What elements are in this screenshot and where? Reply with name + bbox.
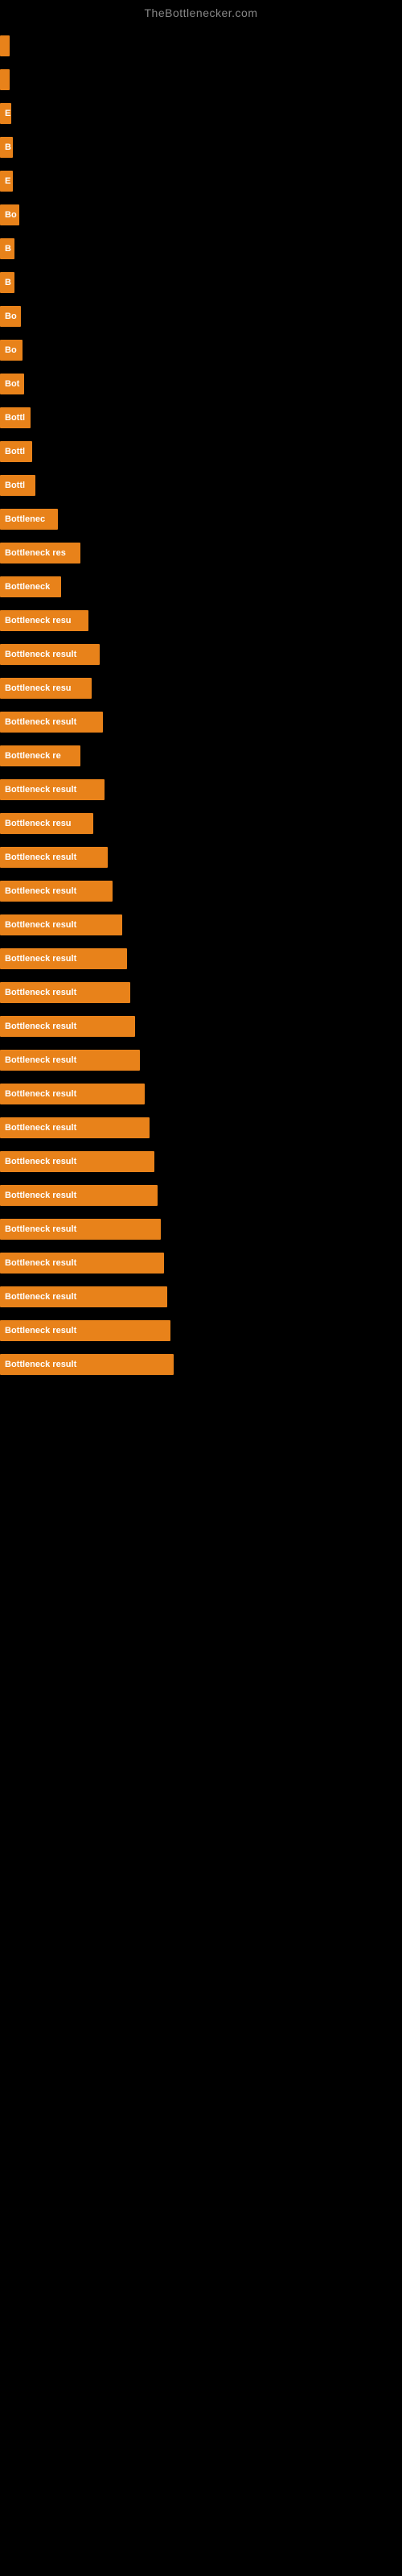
bar-item: Bottleneck result [0, 881, 113, 902]
bar-row: Bottleneck result [0, 977, 402, 1008]
bar-item: Bottleneck result [0, 1219, 161, 1240]
bar-item: Bottleneck result [0, 1253, 164, 1274]
bar-item: Bottleneck result [0, 1185, 158, 1206]
bar-row: Bottleneck result [0, 1214, 402, 1245]
bar-row [0, 31, 402, 61]
bar-item: Bottleneck [0, 576, 61, 597]
bar-item: B [0, 137, 13, 158]
site-title: TheBottlenecker.com [0, 0, 402, 23]
bar-item: Bottleneck resu [0, 610, 88, 631]
bar-item [0, 35, 10, 56]
bar-row: Bottleneck result [0, 1180, 402, 1211]
bar-row: B [0, 132, 402, 163]
bar-row: Bottleneck result [0, 1282, 402, 1312]
bar-item: Bottl [0, 441, 32, 462]
bar-item [0, 69, 10, 90]
bar-item: E [0, 103, 11, 124]
bar-row: Bottleneck result [0, 943, 402, 974]
bar-item: B [0, 272, 14, 293]
bar-item: Bottleneck result [0, 914, 122, 935]
bar-item: Bottleneck result [0, 779, 105, 800]
bar-item: Bottl [0, 475, 35, 496]
bar-row: Bottleneck result [0, 1079, 402, 1109]
bar-row: Bo [0, 335, 402, 365]
bar-item: Bo [0, 306, 21, 327]
bar-row: Bottleneck result [0, 1045, 402, 1075]
bar-item: Bottleneck result [0, 1320, 170, 1341]
bar-row: Bottleneck result [0, 842, 402, 873]
bar-item: Bottl [0, 407, 31, 428]
bar-row: Bottlenec [0, 504, 402, 535]
bar-row: Bottleneck result [0, 707, 402, 737]
bar-row: Bot [0, 369, 402, 399]
bar-row: Bottl [0, 436, 402, 467]
bar-row: Bottleneck result [0, 876, 402, 906]
bars-container: EBEBoBBBoBoBotBottlBottlBottlBottlenecBo… [0, 23, 402, 1383]
bar-row: E [0, 166, 402, 196]
bar-item: Bot [0, 374, 24, 394]
bar-row: Bottleneck res [0, 538, 402, 568]
bar-item: Bo [0, 204, 19, 225]
bar-row: Bottleneck re [0, 741, 402, 771]
bar-row: Bottleneck resu [0, 808, 402, 839]
bar-row: Bottleneck result [0, 1011, 402, 1042]
bar-row: Bottleneck result [0, 1315, 402, 1346]
bar-row: Bottleneck result [0, 639, 402, 670]
bar-row: Bottleneck resu [0, 673, 402, 704]
bar-row: Bottleneck result [0, 1146, 402, 1177]
bar-item: Bottleneck result [0, 1151, 154, 1172]
bar-item: Bottleneck resu [0, 678, 92, 699]
bar-item: Bottleneck result [0, 1354, 174, 1375]
bar-item: Bottleneck re [0, 745, 80, 766]
bar-row: Bottleneck result [0, 1349, 402, 1380]
bar-row: Bottl [0, 402, 402, 433]
bar-item: Bottleneck result [0, 948, 127, 969]
bar-item: Bottleneck result [0, 1050, 140, 1071]
bar-item: Bottleneck result [0, 1016, 135, 1037]
bar-item: Bottleneck result [0, 1117, 150, 1138]
bar-item: Bottleneck result [0, 847, 108, 868]
bar-item: E [0, 171, 13, 192]
bar-item: B [0, 238, 14, 259]
bar-item: Bottleneck result [0, 982, 130, 1003]
bar-row: B [0, 233, 402, 264]
bar-item: Bottleneck result [0, 712, 103, 733]
bar-row: Bottleneck result [0, 774, 402, 805]
bar-item: Bottleneck res [0, 543, 80, 564]
bar-row: E [0, 98, 402, 129]
bar-row [0, 64, 402, 95]
bar-item: Bottlenec [0, 509, 58, 530]
bar-row: Bottleneck result [0, 1113, 402, 1143]
bar-row: Bo [0, 200, 402, 230]
bar-row: B [0, 267, 402, 298]
bar-row: Bottl [0, 470, 402, 501]
bar-item: Bottleneck result [0, 1286, 167, 1307]
bar-item: Bo [0, 340, 23, 361]
bar-row: Bottleneck result [0, 910, 402, 940]
bar-row: Bottleneck result [0, 1248, 402, 1278]
bar-item: Bottleneck result [0, 644, 100, 665]
bar-item: Bottleneck result [0, 1084, 145, 1104]
bar-row: Bottleneck [0, 572, 402, 602]
bar-row: Bottleneck resu [0, 605, 402, 636]
bar-row: Bo [0, 301, 402, 332]
bar-item: Bottleneck resu [0, 813, 93, 834]
